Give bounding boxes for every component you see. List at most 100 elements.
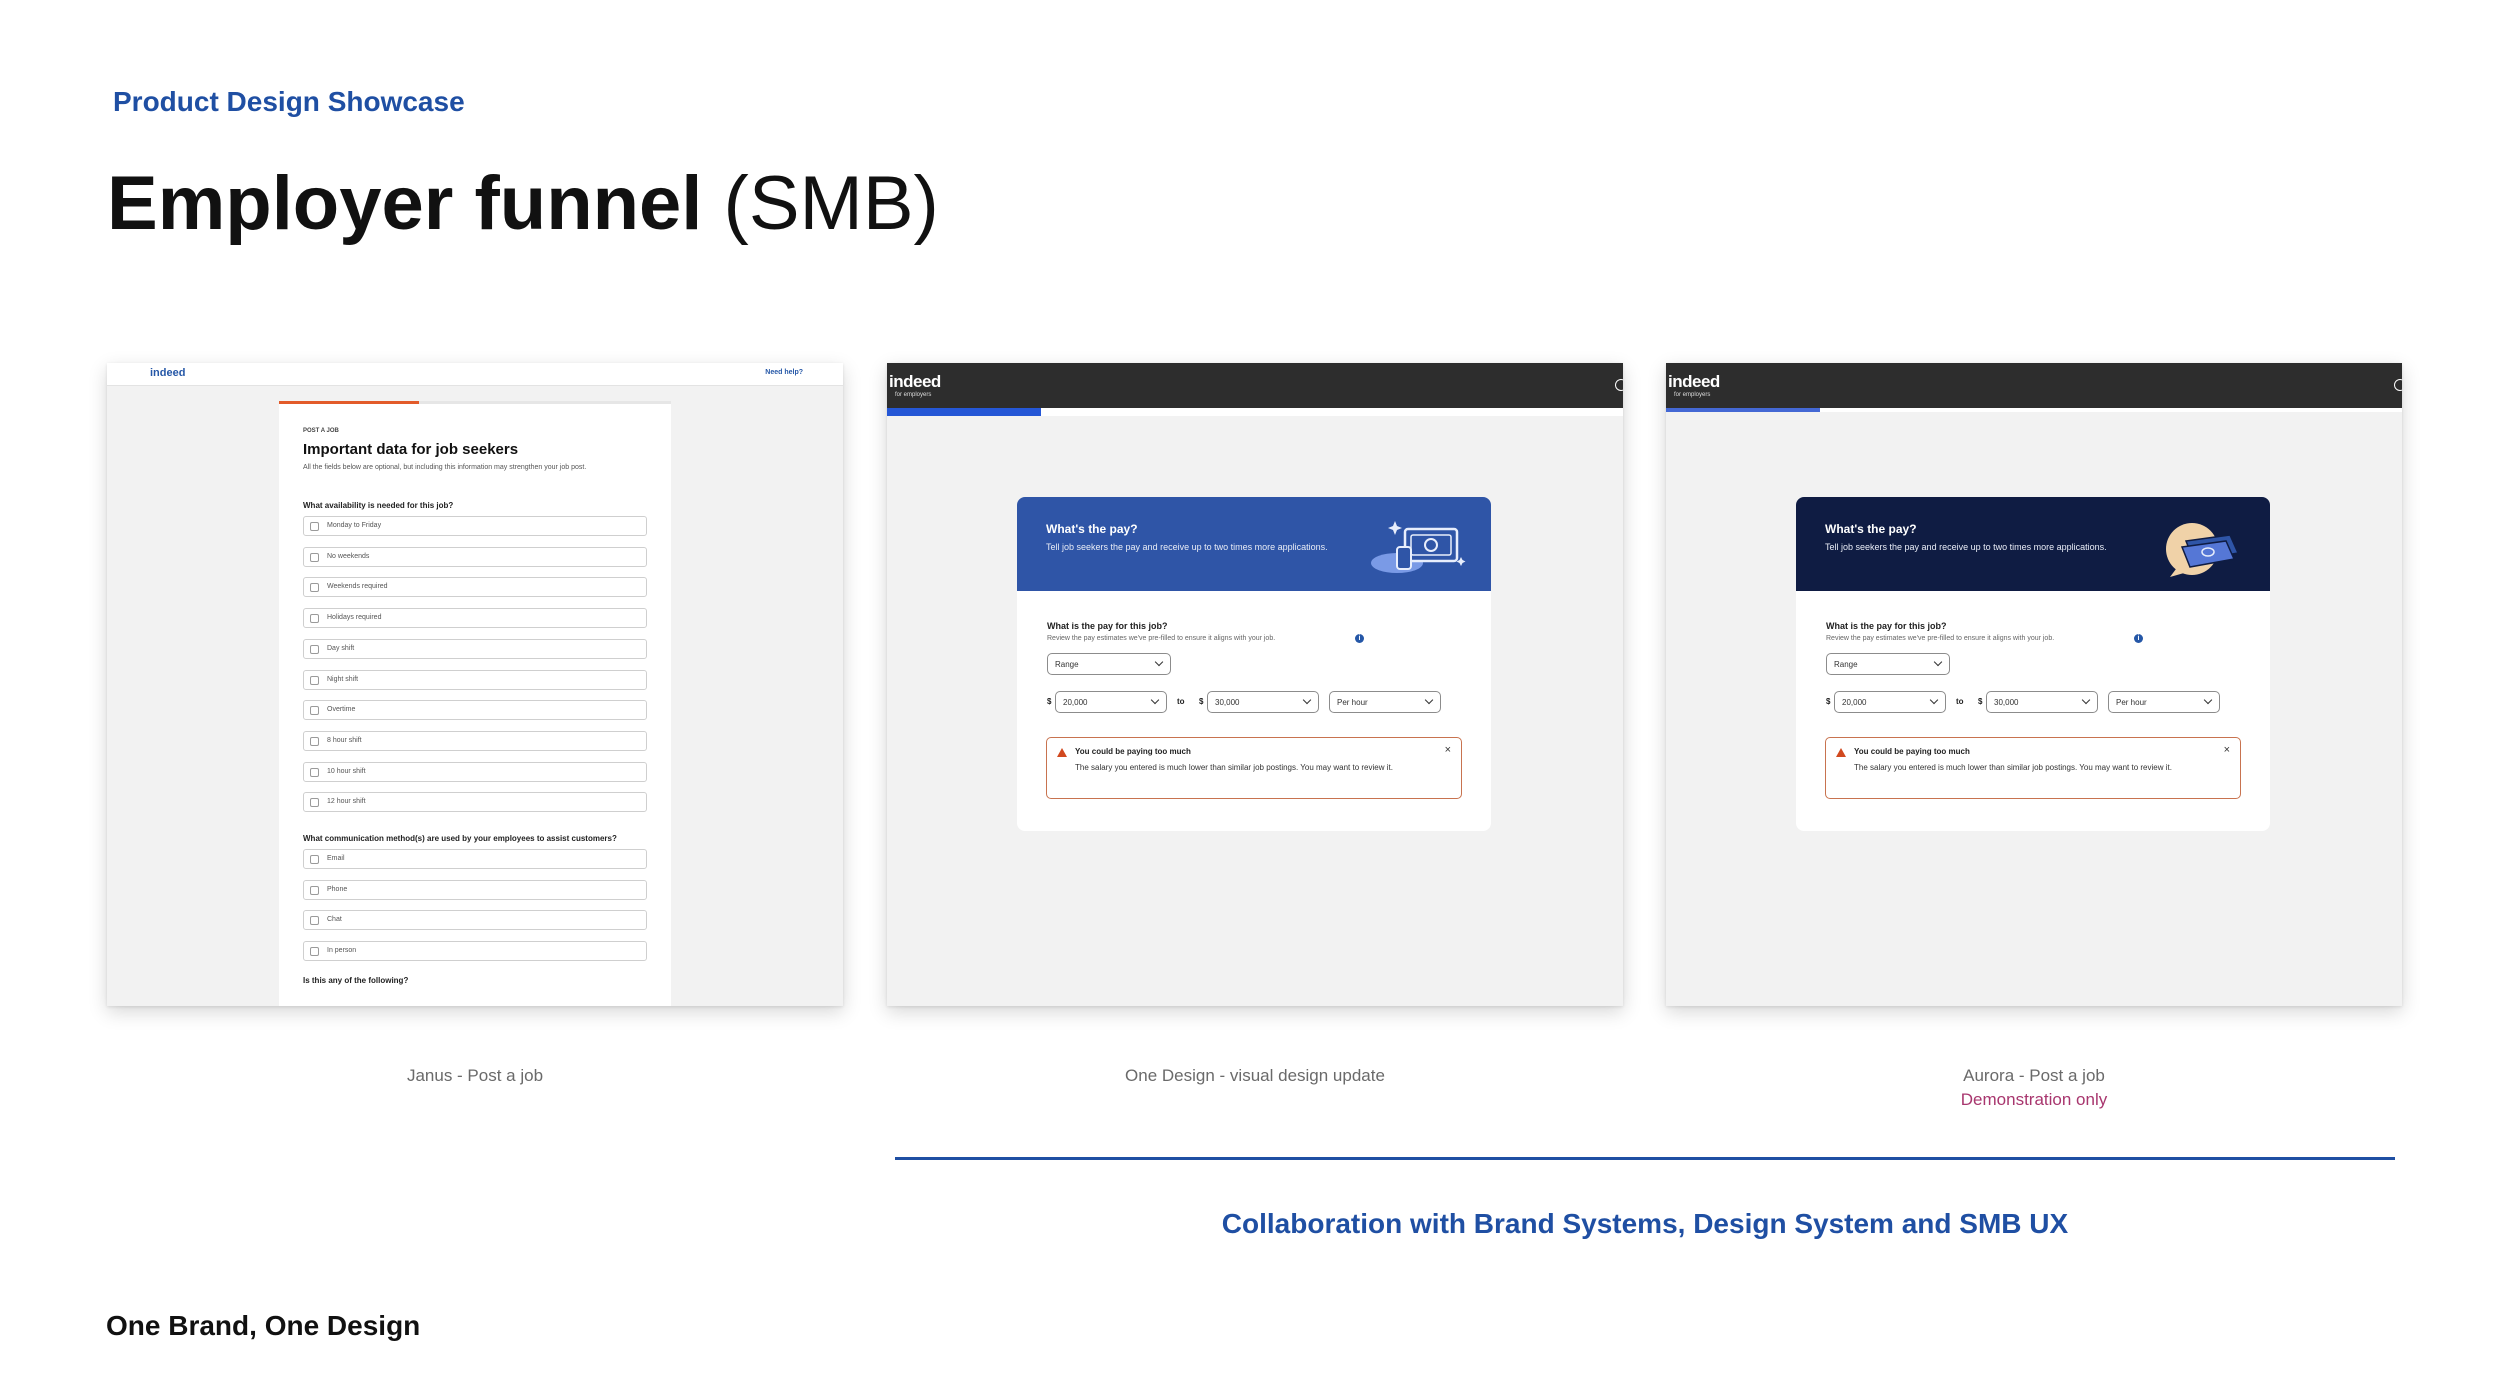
checkbox-label: Weekends required: [327, 583, 388, 591]
checkbox-label: Email: [327, 855, 345, 862]
checkbox-option[interactable]: Chat: [303, 910, 647, 931]
checkbox-option[interactable]: Overtime: [303, 700, 647, 721]
pay-card-header: What's the pay? Tell job seekers the pay…: [1017, 497, 1491, 591]
min-currency: $: [1047, 697, 1052, 706]
alert-body: The salary you entered is much lower tha…: [1075, 763, 1393, 772]
pay-period-select[interactable]: Per hour: [2108, 691, 2220, 713]
user-icon[interactable]: [2394, 379, 2402, 391]
to-label: to: [1956, 697, 1964, 706]
pay-period-value: Per hour: [2116, 698, 2147, 707]
checkbox-icon[interactable]: [310, 798, 319, 808]
checkbox-icon[interactable]: [310, 916, 319, 926]
close-icon[interactable]: ×: [1445, 744, 1451, 756]
collaboration-divider: [895, 1157, 2395, 1160]
employer-top-bar: indeed for employers: [887, 363, 1623, 408]
indeed-logo[interactable]: indeed: [1668, 372, 1720, 392]
checkbox-label: Overtime: [327, 706, 356, 714]
chevron-down-icon: [1302, 695, 1312, 705]
progress-fill: [887, 408, 1041, 416]
min-pay-value: 20,000: [1063, 698, 1088, 707]
chevron-down-icon: [1154, 657, 1164, 667]
one-design-caption: One Design - visual design update: [1125, 1066, 1385, 1085]
checkbox-option[interactable]: No weekends: [303, 546, 647, 567]
page-title-qualifier: (SMB): [723, 161, 939, 246]
checkbox-icon[interactable]: [310, 736, 319, 746]
pay-question: What is the pay for this job?: [1826, 621, 1947, 631]
footer-tagline: One Brand, One Design: [106, 1310, 421, 1341]
alert-title: You could be paying too much: [1075, 747, 1191, 756]
showcase-eyebrow: Product Design Showcase: [113, 86, 465, 117]
checkbox-icon[interactable]: [310, 644, 319, 654]
pay-warning-alert: You could be paying too much The salary …: [1046, 737, 1462, 799]
checkbox-option[interactable]: Night shift: [303, 669, 647, 690]
chevron-down-icon: [2203, 695, 2213, 705]
checkbox-icon[interactable]: [310, 947, 319, 957]
user-icon[interactable]: [1615, 379, 1623, 391]
checkbox-option[interactable]: In person: [303, 941, 647, 962]
need-help-link[interactable]: Need help?: [765, 369, 803, 376]
checkbox-option[interactable]: 8 hour shift: [303, 730, 647, 751]
checkbox-option[interactable]: Day shift: [303, 638, 647, 659]
aurora-screenshot: indeed for employers What's the pay? Tel…: [1666, 363, 2402, 1006]
pay-hint: Review the pay estimates we've pre-fille…: [1826, 635, 2055, 642]
chevron-down-icon: [1150, 695, 1160, 705]
indeed-logo[interactable]: indeed: [150, 367, 185, 379]
checkbox-icon[interactable]: [310, 614, 319, 624]
checkbox-label: Chat: [327, 916, 342, 924]
checkbox-label: Night shift: [327, 675, 359, 683]
janus-caption: Janus - Post a job: [406, 1066, 544, 1085]
pay-card: What's the pay? Tell job seekers the pay…: [1017, 497, 1491, 831]
checkbox-option[interactable]: Monday to Friday: [303, 516, 647, 536]
one-design-screenshot: indeed for employers What's the pay? Tel…: [887, 363, 1623, 1006]
following-question: Is this any of the following?: [303, 976, 409, 985]
checkbox-icon[interactable]: [310, 885, 319, 895]
pay-type-select[interactable]: Range: [1047, 653, 1171, 675]
close-icon[interactable]: ×: [2224, 744, 2230, 756]
pay-heading-subtitle: Tell job seekers the pay and receive up …: [1825, 542, 2107, 552]
to-label: to: [1177, 697, 1185, 706]
logo-subtitle: for employers: [895, 392, 932, 398]
checkbox-option[interactable]: Email: [303, 849, 647, 869]
pay-heading: What's the pay?: [1046, 522, 1138, 536]
pay-question: What is the pay for this job?: [1047, 621, 1168, 631]
pay-period-select[interactable]: Per hour: [1329, 691, 1441, 713]
page-title-main: Employer funnel: [107, 161, 703, 246]
checkbox-option[interactable]: 12 hour shift: [303, 792, 647, 813]
checkbox-icon[interactable]: [310, 583, 319, 593]
max-pay-value: 30,000: [1215, 698, 1240, 707]
money-illustration-icon: [1371, 521, 1466, 573]
checkbox-icon[interactable]: [310, 706, 319, 716]
max-currency: $: [1978, 697, 1983, 706]
availability-question: What availability is needed for this job…: [303, 501, 454, 510]
checkbox-option[interactable]: Weekends required: [303, 577, 647, 598]
min-currency: $: [1826, 697, 1831, 706]
checkbox-option[interactable]: Phone: [303, 879, 647, 900]
alert-body: The salary you entered is much lower tha…: [1854, 763, 2172, 772]
checkbox-icon[interactable]: [310, 855, 319, 864]
checkbox-label: Monday to Friday: [327, 522, 382, 529]
checkbox-option[interactable]: Holidays required: [303, 608, 647, 629]
checkbox-icon[interactable]: [310, 552, 319, 562]
checkbox-option[interactable]: 10 hour shift: [303, 761, 647, 782]
min-pay-select[interactable]: 20,000: [1834, 691, 1946, 713]
page-title: Employer funnel (SMB): [107, 160, 939, 247]
progress-fill: [279, 401, 419, 404]
checkbox-label: 12 hour shift: [327, 798, 366, 806]
indeed-logo[interactable]: indeed: [889, 372, 941, 392]
checkbox-icon[interactable]: [310, 675, 319, 685]
form-title: Important data for job seekers: [303, 441, 519, 458]
checkbox-icon[interactable]: [310, 767, 319, 777]
info-icon[interactable]: i: [1355, 634, 1364, 643]
max-pay-select[interactable]: 30,000: [1207, 691, 1319, 713]
min-pay-value: 20,000: [1842, 698, 1867, 707]
max-currency: $: [1199, 697, 1204, 706]
alert-title: You could be paying too much: [1854, 747, 1970, 756]
money-bubble-illustration-icon: [2166, 523, 2240, 577]
min-pay-select[interactable]: 20,000: [1055, 691, 1167, 713]
checkbox-icon[interactable]: [310, 522, 319, 531]
max-pay-select[interactable]: 30,000: [1986, 691, 2098, 713]
pay-heading-subtitle: Tell job seekers the pay and receive up …: [1046, 542, 1328, 552]
info-icon[interactable]: i: [2134, 634, 2143, 643]
pay-type-value: Range: [1055, 660, 1079, 669]
pay-type-select[interactable]: Range: [1826, 653, 1950, 675]
